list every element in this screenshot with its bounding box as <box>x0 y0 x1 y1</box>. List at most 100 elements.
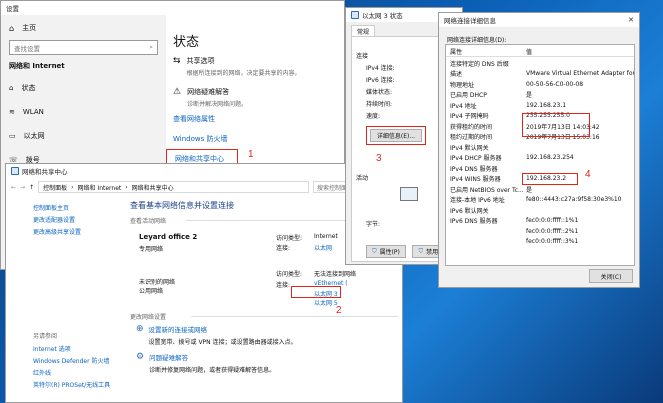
network1-conn-label: 连接: <box>276 245 291 252</box>
details-row[interactable]: 连接特定的 DNS 后缀 <box>446 58 634 68</box>
details-row-property: 连接特定的 DNS 后缀 <box>450 60 509 68</box>
ethernet-icon: ▭ <box>9 132 16 140</box>
forward-icon[interactable]: → <box>20 184 25 191</box>
details-row[interactable]: 连接-本地 IPv6 地址 fe80::4443:c27a:9f58:30e3%1… <box>446 195 634 205</box>
details-row[interactable]: fec0:0:0:ffff::3%1 <box>446 237 634 247</box>
breadcrumb-item[interactable]: 网络和共享中心 <box>132 183 174 192</box>
details-row[interactable]: IPv4 DHCP 服务器 192.168.23.254 <box>446 153 634 163</box>
details-row[interactable]: 描述 VMware Virtual Ethernet Adapter for <box>446 69 634 79</box>
sharing-option[interactable]: ⇆ 共享选项 根据所连接到的网络，决定要共享的内容。 <box>173 56 301 77</box>
network-icon <box>351 11 359 19</box>
details-row-property: IPv4 DNS 服务器 <box>450 165 498 173</box>
annotation-box-3 <box>366 126 426 145</box>
annotation-number-3: 3 <box>376 153 382 164</box>
details-row-property: 获得租约的时间 <box>450 123 493 131</box>
details-title: 网络连接详细信息 <box>444 17 496 25</box>
task-new-connection[interactable]: ⊕ 设置新的连接或网络 设置宽带、拨号或 VPN 连接；或设置路由器或接入点。 <box>136 324 297 346</box>
details-list: 属性 值 连接特定的 DNS 后缀 描述 VMware Virtual Ethern… <box>445 44 635 266</box>
col-value: 值 <box>526 48 533 56</box>
network2-connection-eth5[interactable]: 以太网 5 <box>314 298 338 307</box>
network1-access-label: 访问类型: <box>276 235 303 242</box>
settings-title: 设置 <box>6 5 19 13</box>
search-icon: ⌕ <box>149 43 153 51</box>
details-row-property: IPv4 DHCP 服务器 <box>450 155 502 162</box>
ipv6-connectivity-label: IPv6 连接: <box>366 77 395 84</box>
details-row[interactable]: IPv6 默认网关 <box>446 205 634 215</box>
link-proset[interactable]: 英特尔(R) PROSet/无线工具 <box>33 380 110 389</box>
breadcrumb[interactable]: 控制面板 › 网络和 Internet › 网络和共享中心 <box>38 181 309 193</box>
annotation-box-wins <box>522 173 578 185</box>
details-row[interactable]: 已启用 DHCP 是 <box>446 90 634 100</box>
details-row-value: fe80::4443:c27a:9f58:30e3%10 <box>526 196 622 203</box>
active-networks-label: 查看活动网络 <box>130 218 167 225</box>
network-icon <box>11 167 19 175</box>
details-row[interactable]: IPv4 DNS 服务器 <box>446 163 634 173</box>
ethernet-title: 以太网 3 状态 <box>362 12 403 20</box>
task-troubleshoot[interactable]: ⚙ 问题疑难解答 诊断并修复网络问题，或者获得疑难解答信息。 <box>136 352 275 374</box>
close-icon[interactable]: ✕ <box>628 16 634 24</box>
details-row-property: IPv4 默认网关 <box>450 144 489 152</box>
details-row-property: IPv6 默认网关 <box>450 207 489 215</box>
details-row-property: IPv6 DNS 服务器 <box>450 218 498 225</box>
warning-icon: ⚠ <box>173 87 182 97</box>
breadcrumb-item[interactable]: 网络和 Internet <box>78 183 122 192</box>
details-row-value: 192.168.23.254 <box>526 154 574 161</box>
settings-search-input[interactable]: 查找设置 ⌕ <box>9 40 158 55</box>
details-titlebar: 网络连接详细信息 ✕ <box>439 13 639 27</box>
details-row-value: 是 <box>526 92 533 99</box>
wifi-icon: ≋ <box>9 108 15 116</box>
details-row[interactable]: fec0:0:0:ffff::2%1 <box>446 226 634 236</box>
settings-page-title: 状态 <box>173 35 200 50</box>
speed-label: 速度: <box>366 113 381 120</box>
close-button[interactable]: 关闭(C) <box>589 269 633 283</box>
nav-item-wlan[interactable]: ≋ WLAN <box>9 103 158 121</box>
network2-access: 无法连接到网络 <box>314 271 357 278</box>
settings-category: 网络和 Internet <box>9 62 65 70</box>
link-defender-firewall[interactable]: Windows Defender 防火墙 <box>33 356 109 365</box>
details-row-property: 已启用 DHCP <box>450 92 487 99</box>
link-change-adapter[interactable]: 更改适配器设置 <box>33 215 97 227</box>
link-network-properties[interactable]: 查看网络属性 <box>173 114 215 124</box>
nav-item-status[interactable]: ⌂ 状态 <box>9 79 158 97</box>
details-row-value: 192.168.23.1 <box>526 101 567 109</box>
up-icon[interactable]: ↑ <box>29 184 34 191</box>
nsc-title: 网络和共享中心 <box>22 168 68 176</box>
network1-access: Internet <box>314 233 338 240</box>
breadcrumb-item[interactable]: 控制面板 <box>43 183 67 192</box>
details-row-value: 是 <box>526 186 533 194</box>
troubleshoot-option[interactable]: ⚠ 网络疑难解答 诊断并解决网络问题。 <box>173 87 247 108</box>
properties-button[interactable]: ⛉ 属性(P) <box>366 245 406 258</box>
shield-icon: ⛉ <box>418 247 424 255</box>
tab-general[interactable]: 常规 <box>351 25 375 36</box>
details-row-property: 描述 <box>450 71 463 78</box>
details-row-property: 租约过期的时间 <box>450 134 493 141</box>
details-row-property: IPv4 子网掩码 <box>450 113 489 120</box>
details-header-row: 属性 值 <box>446 46 634 57</box>
details-row[interactable]: IPv6 DNS 服务器 fec0:0:0:ffff::1%1 <box>446 216 634 226</box>
network2-access-label: 访问类型: <box>276 271 303 278</box>
nsc-left-pane: 控制面板主页 更改适配器设置 更改高级共享设置 另请参阅 Internet 选项… <box>6 196 124 402</box>
change-settings-label: 更改网络设置 <box>130 314 167 321</box>
network1-type: 专用网络 <box>139 246 164 253</box>
settings-home[interactable]: ⌂ 主页 <box>9 19 158 37</box>
network1-connection[interactable]: 以太网 <box>314 243 332 252</box>
link-firewall[interactable]: Windows 防火墙 <box>173 134 227 144</box>
link-internet-options[interactable]: Internet 选项 <box>33 344 71 353</box>
details-row[interactable]: IPv4 默认网关 <box>446 142 634 152</box>
back-icon[interactable]: ← <box>11 184 16 191</box>
details-row[interactable]: 物理地址 00-50-56-C0-00-08 <box>446 79 634 89</box>
ipv4-connectivity-label: IPv4 连接: <box>366 65 395 72</box>
details-row[interactable]: IPv4 地址 192.168.23.1 <box>446 100 634 110</box>
link-advanced-sharing[interactable]: 更改高级共享设置 <box>33 227 97 239</box>
details-row-property: 物理地址 <box>450 81 475 89</box>
bytes-label: 字节: <box>366 221 381 228</box>
link-control-panel-home[interactable]: 控制面板主页 <box>33 203 97 215</box>
details-row-property: IPv4 地址 <box>450 102 477 110</box>
link-infrared[interactable]: 红外线 <box>33 368 51 377</box>
nav-item-ethernet[interactable]: ▭ 以太网 <box>9 127 158 145</box>
duration-label: 持续时间: <box>366 101 393 108</box>
annotation-number-2: 2 <box>336 305 342 316</box>
settings-titlebar: 设置 <box>1 1 344 15</box>
details-row[interactable]: 已启用 NetBIOS over Tc... 是 <box>446 184 634 194</box>
connection-section-label: 连接 <box>356 53 369 60</box>
